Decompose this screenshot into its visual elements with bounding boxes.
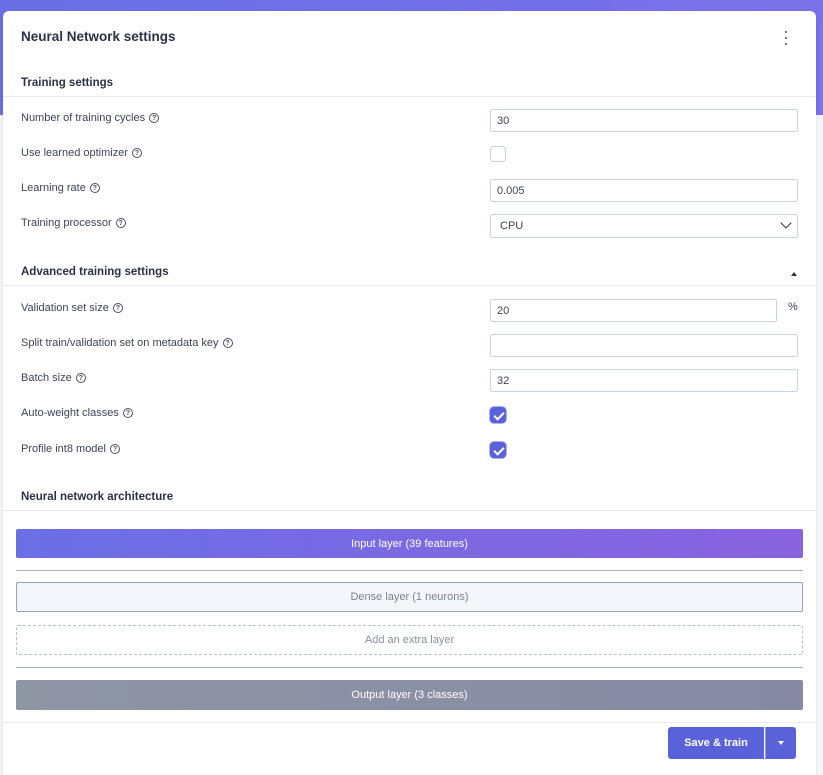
label-text: Learning rate [21,182,86,194]
page-title: Neural Network settings [21,29,176,44]
help-icon[interactable]: ? [115,218,126,228]
validation-label: Validation set size ? [21,302,123,314]
label-text: Auto-weight classes [21,407,119,419]
divider [16,570,803,571]
select-value: CPU [500,220,524,232]
help-icon[interactable]: ? [112,303,123,313]
architecture-header: Neural network architecture [3,491,816,511]
percent-unit: % [788,301,798,313]
advanced-settings-header[interactable]: Advanced training settings [3,266,816,286]
help-icon[interactable]: ? [149,113,160,123]
optimizer-label: Use learned optimizer ? [21,147,142,159]
divider [16,667,803,668]
training-processor-select[interactable]: CPU [490,214,798,238]
footer-divider [3,722,816,723]
label-text: Profile int8 model [21,443,106,455]
help-icon[interactable]: ? [110,444,120,454]
collapse-icon[interactable] [791,272,797,276]
dense-layer[interactable]: Dense layer (1 neurons) [16,582,803,612]
training-settings-header: Training settings [3,77,816,97]
output-layer[interactable]: Output layer (3 classes) [16,680,803,710]
batch-label: Batch size ? [21,372,86,384]
metadata-key-input[interactable] [490,334,798,357]
more-options-icon[interactable] [781,31,791,45]
section-title: Training settings [21,77,114,89]
profile-label: Profile int8 model ? [21,443,120,455]
save-options-dropdown-icon[interactable] [765,727,796,759]
save-train-button[interactable]: Save & train [668,727,764,759]
add-layer-button[interactable]: Add an extra layer [16,625,803,655]
cycles-label: Number of training cycles ? [21,112,160,124]
batch-size-input[interactable] [490,369,798,392]
learned-optimizer-checkbox[interactable] [490,146,506,162]
help-icon[interactable]: ? [222,338,233,348]
label-text: Use learned optimizer [21,147,128,159]
processor-label: Training processor ? [21,217,126,229]
label-text: Batch size [21,372,72,384]
label-text: Split train/validation set on metadata k… [21,337,219,349]
autoweight-label: Auto-weight classes ? [21,407,133,419]
split-label: Split train/validation set on metadata k… [21,337,233,349]
label-text: Validation set size [21,302,109,314]
label-text: Number of training cycles [21,112,146,124]
help-icon[interactable]: ? [75,373,86,383]
label-text: Training processor [21,217,112,229]
validation-size-input[interactable] [490,299,777,322]
auto-weight-checkbox[interactable] [490,407,506,423]
help-icon[interactable]: ? [122,408,133,418]
learning-rate-input[interactable] [490,179,798,202]
chevron-down-icon [780,217,792,229]
profile-int8-checkbox[interactable] [490,442,506,458]
training-cycles-input[interactable] [490,109,798,132]
input-layer[interactable]: Input layer (39 features) [16,529,803,558]
section-title: Advanced training settings [21,266,169,278]
settings-card: Neural Network settings Training setting… [3,11,816,775]
section-title: Neural network architecture [21,491,174,503]
learning-rate-label: Learning rate ? [21,182,100,194]
help-icon[interactable]: ? [132,148,142,158]
help-icon[interactable]: ? [89,183,100,193]
